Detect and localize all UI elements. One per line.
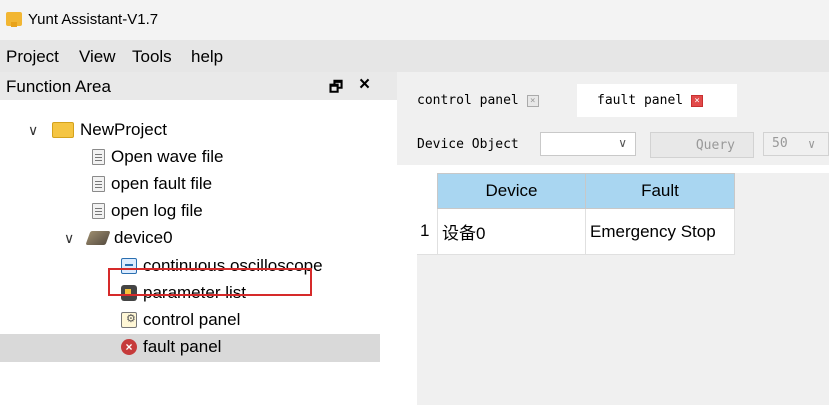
document-icon (92, 203, 105, 219)
cell-device[interactable]: 设备0 (437, 208, 586, 255)
chevron-down-icon[interactable]: ∨ (64, 230, 78, 247)
fault-table: Device Fault 1 设备0 Emergency Stop (417, 173, 735, 255)
tree-label: Open wave file (111, 147, 224, 166)
menu-view[interactable]: View (79, 47, 116, 67)
menu-project[interactable]: Project (6, 47, 59, 67)
tree-label: control panel (143, 310, 241, 329)
chevron-down-icon: ∨ (618, 136, 627, 150)
chevron-down-icon[interactable]: ∨ (28, 122, 42, 139)
row-number-header (417, 173, 438, 209)
annotation-highlight-box (108, 268, 312, 296)
tab-bar: control panel × fault panel × (397, 72, 829, 117)
tree-item-open-log-file[interactable]: open log file (92, 198, 203, 224)
tree-node-device0[interactable]: ∨ device0 (64, 225, 173, 251)
fault-panel-content: Device Object ∨ Query 50 ∨ Device Fault (397, 117, 829, 405)
app-icon (6, 12, 22, 27)
document-icon (92, 149, 105, 165)
title-bar: Yunt Assistant-V1.7 (0, 0, 829, 40)
table-row[interactable]: 1 设备0 Emergency Stop (417, 208, 735, 255)
close-icon[interactable]: × (359, 74, 370, 96)
menu-bar: Project View Tools help (0, 40, 829, 72)
tree-item-open-wave-file[interactable]: Open wave file (92, 144, 223, 170)
function-area-title: Function Area (6, 77, 111, 96)
tab-close-icon[interactable]: × (526, 94, 539, 107)
column-header-device[interactable]: Device (437, 173, 586, 209)
function-area-header: Function Area 🗗 × (0, 72, 397, 100)
tree-item-fault-panel[interactable]: × fault panel (121, 334, 221, 360)
project-tree: ∨ NewProject Open wave file open fault f… (0, 100, 380, 405)
device-object-select[interactable]: ∨ (540, 132, 636, 156)
page-size-value: 50 (772, 136, 788, 151)
tree-label-device0: device0 (114, 228, 173, 247)
function-area-panel: Function Area 🗗 × ∨ NewProject Open wave… (0, 72, 397, 405)
tree-item-open-fault-file[interactable]: open fault file (92, 171, 212, 197)
fault-icon: × (121, 339, 137, 355)
column-header-fault[interactable]: Fault (585, 173, 735, 209)
tab-close-icon[interactable]: × (691, 94, 704, 107)
tree-label: fault panel (143, 337, 222, 356)
tab-label: fault panel (597, 93, 684, 108)
query-button[interactable]: Query (650, 132, 754, 158)
menu-tools[interactable]: Tools (132, 47, 172, 67)
workspace-panel: control panel × fault panel × Device Obj… (397, 72, 829, 405)
tab-control-panel[interactable]: control panel × (397, 84, 567, 117)
tree-item-control-panel[interactable]: control panel (121, 307, 240, 333)
cell-fault[interactable]: Emergency Stop (585, 208, 735, 255)
tree-label: open log file (111, 201, 203, 220)
float-window-icon[interactable]: 🗗 (329, 77, 343, 102)
query-toolbar: Device Object ∨ Query 50 ∨ (397, 117, 829, 165)
control-panel-icon (121, 312, 137, 328)
tree-label: open fault file (111, 174, 213, 193)
folder-icon (52, 122, 74, 138)
page-size-select[interactable]: 50 ∨ (763, 132, 829, 156)
tree-label-newproject: NewProject (80, 120, 167, 139)
tree-node-newproject[interactable]: ∨ NewProject (28, 117, 167, 143)
tab-fault-panel[interactable]: fault panel × (577, 84, 737, 117)
fault-table-area: Device Fault 1 设备0 Emergency Stop (417, 173, 829, 405)
device-object-label: Device Object (417, 137, 519, 152)
menu-help[interactable]: help (191, 47, 223, 67)
tab-label: control panel (417, 93, 519, 108)
device-icon (85, 231, 111, 245)
window-title: Yunt Assistant-V1.7 (28, 11, 159, 28)
chevron-down-icon: ∨ (808, 137, 816, 151)
table-header-row: Device Fault (417, 173, 735, 209)
document-icon (92, 176, 105, 192)
row-number: 1 (417, 208, 438, 255)
